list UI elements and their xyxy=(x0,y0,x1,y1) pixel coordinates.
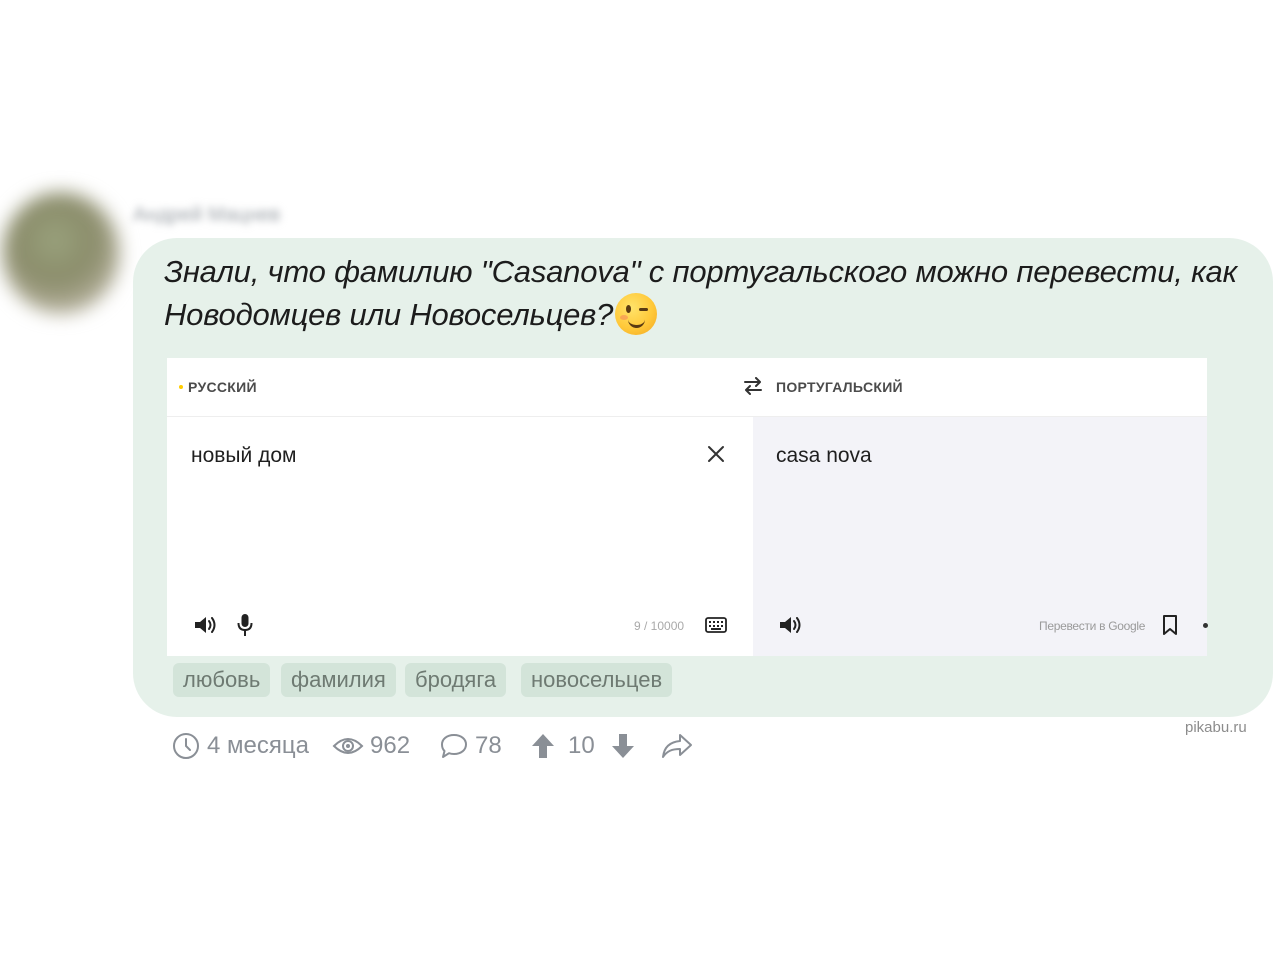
more-icon[interactable] xyxy=(1203,623,1208,628)
post-text-content: Знали, что фамилию "Casanova" с португал… xyxy=(164,254,1238,332)
comments-count[interactable]: 78 xyxy=(439,729,502,763)
tag[interactable]: фамилия xyxy=(281,663,396,697)
rating: 10 xyxy=(568,732,595,759)
tag[interactable]: бродяга xyxy=(405,663,507,697)
upvote-button[interactable] xyxy=(530,729,556,763)
bookmark-icon[interactable] xyxy=(1162,614,1178,636)
translator-screenshot: РУССКИЙ ПОРТУГАЛЬСКИЙ новый дом casa nov… xyxy=(167,358,1208,656)
clock-icon xyxy=(173,733,199,759)
post-text: Знали, что фамилию "Casanova" с португал… xyxy=(164,250,1264,336)
close-icon[interactable] xyxy=(705,443,727,465)
source-text-input[interactable]: новый дом xyxy=(191,444,296,468)
share-button[interactable] xyxy=(660,729,694,763)
target-language[interactable]: ПОРТУГАЛЬСКИЙ xyxy=(776,379,903,395)
translation-output: casa nova xyxy=(776,444,872,467)
speaker-icon[interactable] xyxy=(778,614,802,636)
arrow-up-icon xyxy=(532,734,554,758)
downvote-button[interactable] xyxy=(610,729,636,763)
speaker-icon[interactable] xyxy=(193,614,217,636)
eye-icon xyxy=(332,738,364,754)
comment-icon xyxy=(441,734,467,758)
swap-languages-icon[interactable] xyxy=(743,377,763,395)
arrow-down-icon xyxy=(612,734,634,758)
microphone-icon[interactable] xyxy=(237,613,253,637)
tag[interactable]: любовь xyxy=(173,663,271,697)
watermark: pikabu.ru xyxy=(1185,719,1247,736)
char-counter: 9 / 10000 xyxy=(634,619,685,633)
translate-in-google-link[interactable]: Перевести в Google xyxy=(1039,619,1145,633)
winking-face-emoji xyxy=(615,293,658,335)
selected-dot-icon xyxy=(179,385,183,389)
source-language[interactable]: РУССКИЙ xyxy=(179,379,257,395)
keyboard-icon[interactable] xyxy=(705,617,727,633)
tag[interactable]: новосельцев xyxy=(521,663,673,697)
share-icon xyxy=(662,734,692,758)
post-time: 4 месяца xyxy=(172,729,309,763)
avatar[interactable] xyxy=(2,192,120,314)
translator-header: РУССКИЙ ПОРТУГАЛЬСКИЙ xyxy=(167,358,1207,417)
views-count: 962 xyxy=(332,729,410,763)
author-name[interactable]: Андрей Мацнев xyxy=(133,204,311,232)
